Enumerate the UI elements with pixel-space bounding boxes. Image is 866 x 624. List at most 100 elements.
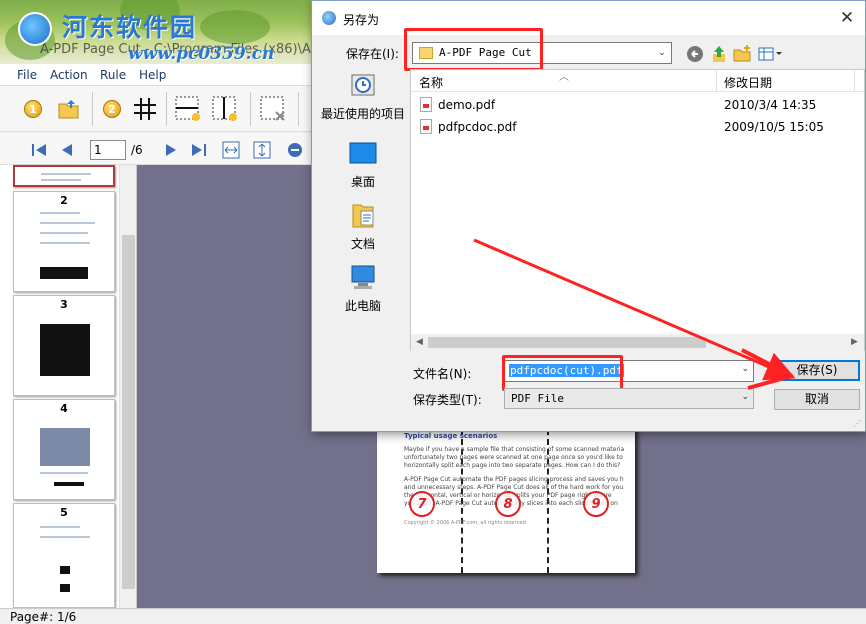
page-number-input[interactable]: 1 — [90, 140, 126, 160]
menu-file[interactable]: File — [17, 68, 37, 82]
file-row[interactable]: demo.pdf 2010/3/4 14:35 — [411, 94, 864, 116]
desktop-icon — [349, 142, 377, 164]
preview-text: A-PDF Page Cut automate the PDF pages sl… — [404, 476, 624, 483]
section-marker-7: 7 — [409, 491, 435, 517]
scroll-right-icon[interactable]: ▶ — [851, 337, 858, 347]
step2-icon: 2 — [103, 100, 121, 118]
delete-cut-icon — [260, 96, 285, 121]
place-this-pc[interactable]: 此电脑 — [318, 263, 408, 321]
thumbnail-page-5[interactable]: 5 — [13, 503, 115, 608]
chevron-down-icon[interactable]: ⌄ — [741, 364, 749, 374]
up-folder-button[interactable] — [709, 44, 729, 64]
thumbnail-page-1[interactable] — [13, 165, 115, 187]
horizontal-cut-icon — [175, 96, 200, 121]
thumbnail-number: 2 — [60, 194, 68, 207]
up-folder-icon — [713, 46, 725, 62]
last-page-button[interactable] — [190, 141, 208, 159]
preview-text: unfortunately two pages were scanned at … — [404, 454, 624, 461]
first-page-icon — [32, 144, 46, 156]
grid-button[interactable] — [130, 94, 160, 124]
prev-page-icon — [62, 144, 72, 156]
hscroll-thumb[interactable] — [428, 337, 706, 348]
highlight-box-filename — [502, 355, 623, 391]
new-folder-button[interactable] — [732, 44, 752, 64]
dialog-body: 保存在(I): A-PDF Page Cut ⌄ 最近使用的项目 桌面 文档 此… — [312, 28, 865, 431]
dialog-title: 另存为 — [343, 13, 380, 27]
watermark-logo-icon — [18, 12, 52, 46]
place-documents[interactable]: 文档 — [318, 201, 408, 259]
filetype-select[interactable]: PDF File ⌄ — [504, 388, 754, 409]
menu-action[interactable]: Action — [50, 68, 88, 82]
file-list-header: ︿ 名称 修改日期 — [411, 70, 864, 92]
back-button[interactable] — [685, 44, 705, 64]
column-header-date[interactable]: 修改日期 — [724, 74, 772, 91]
preview-text: Maybe if you have a sample file that con… — [404, 446, 624, 453]
cancel-button[interactable]: 取消 — [774, 389, 860, 410]
thumbnail-page-2[interactable]: 2 — [13, 191, 115, 292]
file-date: 2010/3/4 14:35 — [724, 98, 817, 112]
add-horizontal-cut-button[interactable] — [173, 94, 203, 124]
thumbnail-number: 3 — [60, 298, 68, 311]
view-menu-button[interactable] — [757, 44, 785, 64]
thumbnail-page-4[interactable]: 4 — [13, 399, 115, 500]
first-page-button[interactable] — [30, 141, 48, 159]
fit-width-button[interactable] — [222, 141, 240, 159]
fit-height-button[interactable] — [253, 141, 271, 159]
save-button[interactable]: 保存(S) — [774, 360, 860, 381]
place-label: 此电脑 — [344, 299, 381, 313]
watermark-url: www.pc0359.cn — [128, 44, 275, 64]
fit-height-icon — [253, 141, 271, 159]
menubar: File Action Rule Help — [0, 64, 312, 86]
thumbnail-scroll-thumb[interactable] — [122, 235, 135, 589]
file-name: pdfpcdoc.pdf — [438, 120, 517, 134]
zoom-out-button[interactable] — [286, 141, 304, 159]
menu-rule[interactable]: Rule — [100, 68, 126, 82]
vertical-cut-icon — [212, 96, 237, 121]
thumbnail-scrollbar[interactable] — [119, 165, 136, 608]
fit-width-icon — [222, 141, 240, 159]
file-row[interactable]: pdfpcdoc.pdf 2009/10/5 15:05 — [411, 116, 864, 138]
file-list-hscrollbar[interactable]: ◀ ▶ — [411, 334, 864, 351]
main-toolbar: 1 2 — [0, 86, 312, 132]
sort-ascending-icon: ︿ — [559, 72, 569, 83]
step1-button[interactable]: 1 — [18, 94, 48, 124]
close-icon: ✕ — [839, 8, 855, 28]
column-header-name[interactable]: 名称 — [419, 74, 443, 91]
add-vertical-cut-button[interactable] — [210, 94, 240, 124]
navigation-toolbar: 1 /6 — [0, 133, 312, 165]
step2-button[interactable]: 2 — [97, 94, 127, 124]
open-file-button[interactable] — [54, 94, 84, 124]
toolbar-separator — [92, 92, 93, 126]
prev-page-button[interactable] — [58, 141, 76, 159]
page-total: /6 — [131, 143, 143, 157]
thumbnail-number: 5 — [60, 506, 68, 519]
menu-help[interactable]: Help — [139, 68, 166, 82]
file-date: 2009/10/5 15:05 — [724, 120, 824, 134]
next-page-button[interactable] — [162, 141, 180, 159]
file-name: demo.pdf — [438, 98, 496, 112]
thumbnail-page-3[interactable]: 3 — [13, 295, 115, 396]
preview-text: and unnecessary steps. A-PDF Page Cut do… — [404, 484, 624, 491]
scroll-left-icon[interactable]: ◀ — [416, 337, 423, 347]
status-bar: Page#: 1/6 — [0, 608, 866, 624]
pdf-file-icon — [420, 119, 432, 134]
place-recent[interactable]: 最近使用的项目 — [318, 71, 408, 129]
delete-cut-button[interactable] — [258, 94, 288, 124]
resize-grip-icon[interactable]: ⋰ — [853, 419, 863, 429]
watermark: 河东软件园 www.pc0359.cn — [18, 8, 308, 64]
last-page-icon — [192, 144, 206, 156]
thumbnail-number: 4 — [60, 402, 68, 415]
pdf-file-icon — [420, 97, 432, 112]
place-label: 最近使用的项目 — [320, 107, 405, 121]
this-pc-icon — [351, 265, 375, 289]
place-desktop[interactable]: 桌面 — [318, 139, 408, 197]
close-button[interactable]: ✕ — [832, 6, 862, 30]
toolbar-separator — [298, 92, 299, 126]
filetype-label: 保存类型(T): — [413, 393, 482, 407]
dialog-titlebar[interactable]: 另存为 ✕ — [312, 1, 865, 35]
highlight-box-save-in — [404, 28, 543, 71]
step1-icon: 1 — [24, 100, 42, 118]
file-list: ︿ 名称 修改日期 demo.pdf 2010/3/4 14:35 pdfpcd… — [410, 69, 865, 351]
place-label: 文档 — [350, 237, 375, 251]
save-in-label: 保存在(I): — [346, 47, 399, 61]
